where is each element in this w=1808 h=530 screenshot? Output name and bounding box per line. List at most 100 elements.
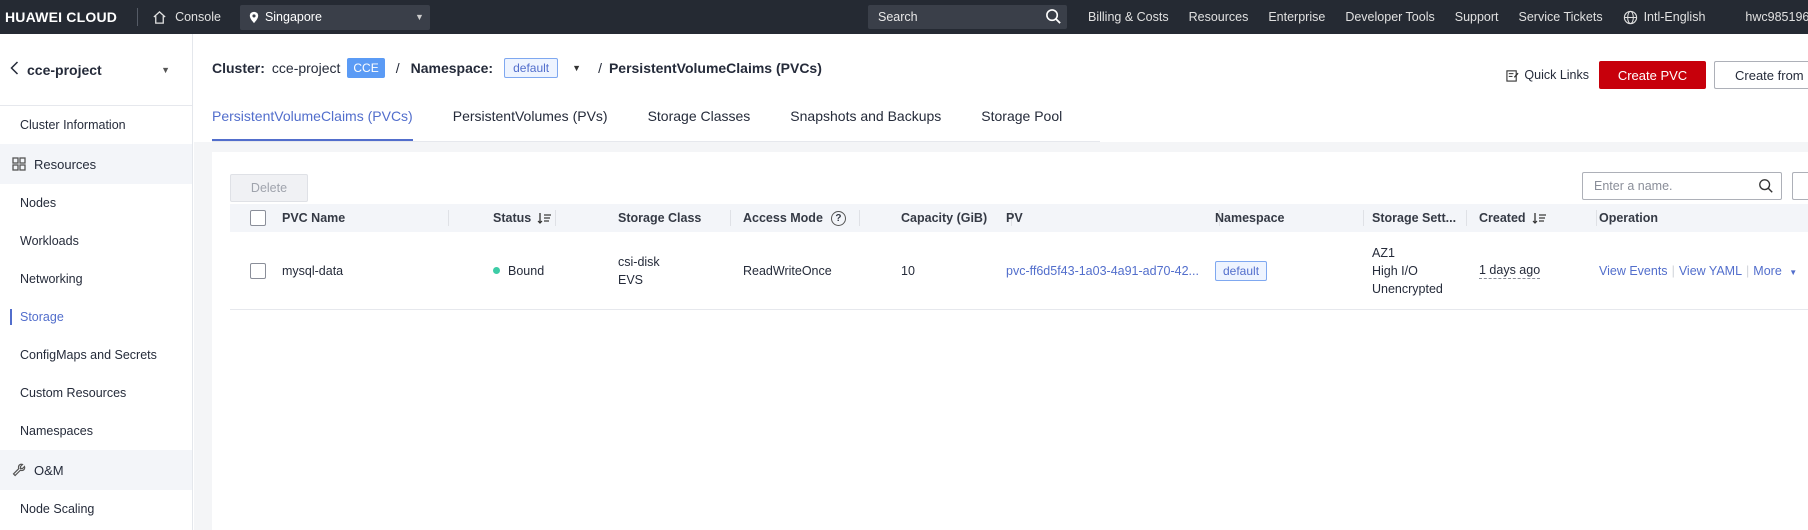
cluster-label: Cluster: [212, 60, 265, 76]
globe-icon [1623, 10, 1637, 24]
project-switcher[interactable]: cce-project ▼ [0, 34, 192, 106]
search-icon[interactable] [1045, 8, 1062, 25]
create-from-yaml-button[interactable]: Create from [1714, 61, 1808, 89]
storage-settings-cell: AZ1 High I/O Unencrypted [1372, 232, 1443, 309]
tab-pvcs[interactable]: PersistentVolumeClaims (PVCs) [212, 108, 413, 141]
col-created-label: Created [1479, 211, 1526, 225]
row-checkbox[interactable] [250, 232, 266, 309]
developer-tools-link[interactable]: Developer Tools [1345, 10, 1434, 24]
col-pvc-name: PVC Name [282, 211, 346, 225]
main-area: Cluster: cce-project CCE / Namespace: de… [194, 34, 1808, 530]
header-actions: Quick Links Create PVC Create from [1506, 61, 1808, 89]
search-icon[interactable] [1758, 178, 1774, 194]
divider: | [1746, 263, 1750, 278]
sidebar-item-label: Node Scaling [20, 502, 95, 516]
column-divider [859, 210, 860, 226]
name-search-input[interactable]: Enter a name. [1582, 172, 1782, 200]
access-mode: ReadWriteOnce [743, 263, 832, 278]
column-divider [555, 210, 556, 226]
col-storage-settings: Storage Sett... [1372, 211, 1457, 225]
col-namespace: Namespace [1215, 211, 1285, 225]
language-label: Intl-English [1643, 10, 1706, 24]
resources-link[interactable]: Resources [1189, 10, 1249, 24]
sidebar-item-label: Nodes [20, 196, 57, 210]
search-placeholder: Enter a name. [1594, 179, 1673, 193]
sidebar-group-resources[interactable]: Resources [0, 144, 192, 184]
pvc-list-panel: Delete Enter a name. PVC Name Status Sto… [212, 152, 1808, 530]
breadcrumb-separator: / [395, 60, 400, 76]
sidebar-item-namespaces[interactable]: Namespaces [0, 412, 192, 450]
sidebar-item-label: Networking [20, 272, 83, 286]
project-name: cce-project [27, 61, 102, 78]
sidebar-item-custom-resources[interactable]: Custom Resources [0, 374, 192, 412]
column-divider [1466, 210, 1467, 226]
more-menu[interactable]: More ▼ [1753, 264, 1797, 278]
sidebar-item-storage[interactable]: Storage [0, 298, 192, 336]
region-selector[interactable]: Singapore ▼ [239, 4, 430, 30]
sidebar-group-om[interactable]: O&M [0, 450, 192, 490]
sidebar-item-label: Cluster Information [20, 118, 126, 132]
sort-icon[interactable] [537, 212, 552, 224]
breadcrumb: Cluster: cce-project CCE / Namespace: de… [212, 58, 822, 78]
sidebar-item-workloads[interactable]: Workloads [0, 222, 192, 260]
pvc-name: mysql-data [282, 263, 344, 278]
table-row: mysql-data Bound csi-disk EVS ReadWriteO… [230, 232, 1808, 310]
namespace-cell: default [1215, 232, 1268, 309]
col-status[interactable]: Status [493, 204, 552, 232]
refresh-button[interactable] [1792, 172, 1808, 200]
column-divider [1596, 210, 1597, 226]
create-pvc-button[interactable]: Create PVC [1599, 61, 1706, 89]
storage-tabs: PersistentVolumeClaims (PVCs) Persistent… [212, 108, 1100, 142]
cluster-type-tag: CCE [347, 58, 385, 78]
tab-storage-pool[interactable]: Storage Pool [981, 108, 1062, 141]
chevron-left-icon[interactable] [10, 60, 19, 79]
brand-logo[interactable]: HUAWEI CLOUD [5, 9, 117, 25]
storage-class-name: csi-disk [618, 254, 660, 269]
sort-icon[interactable] [1532, 212, 1547, 224]
home-icon [153, 10, 166, 24]
billing-link[interactable]: Billing & Costs [1088, 10, 1169, 24]
storage-setting-az: AZ1 [1372, 245, 1395, 260]
sidebar-item-label: Namespaces [20, 424, 93, 438]
language-selector[interactable]: Intl-English [1623, 10, 1726, 25]
view-yaml-link[interactable]: View YAML [1679, 264, 1742, 278]
col-created[interactable]: Created [1479, 204, 1547, 232]
user-menu[interactable]: hwc98519668 [1745, 10, 1808, 24]
tab-snapshots-backups[interactable]: Snapshots and Backups [790, 108, 941, 141]
global-search[interactable]: Search [868, 5, 1067, 29]
view-events-link[interactable]: View Events [1599, 264, 1668, 278]
tab-storage-classes[interactable]: Storage Classes [648, 108, 751, 141]
grid-icon [12, 157, 26, 171]
created-time[interactable]: 1 days ago [1479, 263, 1541, 279]
sidebar-item-nodes[interactable]: Nodes [0, 184, 192, 222]
select-all-checkbox[interactable] [250, 204, 266, 232]
console-link[interactable]: Console [152, 10, 221, 25]
sidebar-item-label: Custom Resources [20, 386, 127, 400]
capacity: 10 [901, 263, 915, 278]
tab-pvs[interactable]: PersistentVolumes (PVs) [453, 108, 608, 141]
support-link[interactable]: Support [1455, 10, 1499, 24]
col-access-mode: Access Mode ? [743, 204, 846, 232]
table-header: PVC Name Status Storage Class Access Mod… [230, 204, 1808, 232]
console-label: Console [175, 10, 221, 24]
storage-setting-encryption: Unencrypted [1372, 281, 1443, 296]
help-icon[interactable]: ? [830, 210, 846, 226]
region-label: Singapore [264, 10, 322, 24]
service-tickets-link[interactable]: Service Tickets [1519, 10, 1603, 24]
col-capacity: Capacity (GiB) [901, 211, 988, 225]
enterprise-link[interactable]: Enterprise [1268, 10, 1325, 24]
sidebar-item-cluster-information[interactable]: Cluster Information [0, 106, 192, 144]
sidebar-item-node-scaling[interactable]: Node Scaling [0, 490, 192, 528]
namespace-selector[interactable]: default ▼ [504, 58, 591, 78]
delete-button[interactable]: Delete [230, 174, 308, 202]
quick-links-button[interactable]: Quick Links [1506, 68, 1589, 82]
pv-link[interactable]: pvc-ff6d5f43-1a03-4a91-ad70-42... [1006, 232, 1199, 309]
sidebar-item-networking[interactable]: Networking [0, 260, 192, 298]
caret-down-icon[interactable]: ▼ [161, 65, 170, 75]
cluster-name: cce-project [271, 60, 341, 76]
column-divider [448, 210, 449, 226]
top-nav-bar: HUAWEI CLOUD Console Singapore ▼ Search … [0, 0, 1808, 34]
chevron-down-icon: ▼ [415, 12, 424, 22]
sidebar-item-label: Storage [20, 310, 64, 324]
sidebar-item-configmaps-secrets[interactable]: ConfigMaps and Secrets [0, 336, 192, 374]
